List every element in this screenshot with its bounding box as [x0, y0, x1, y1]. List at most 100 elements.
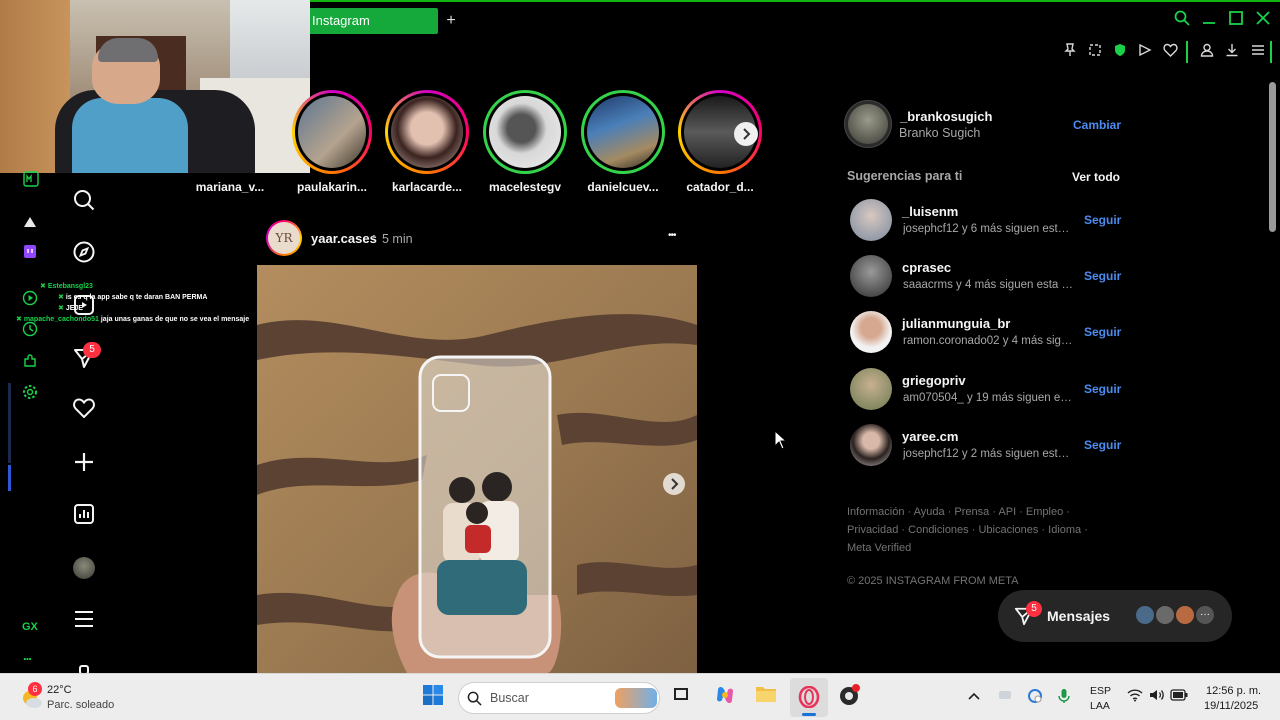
scrollbar-thumb[interactable] — [1269, 82, 1276, 232]
shield-icon[interactable] — [1110, 42, 1130, 62]
stories-next-button[interactable] — [734, 122, 758, 146]
windows-start-icon[interactable] — [420, 684, 446, 710]
suggestion-username[interactable]: cprasec — [902, 260, 951, 275]
follow-button[interactable]: Seguir — [1084, 438, 1121, 452]
clock-time[interactable]: 12:56 p. m. — [1206, 685, 1261, 697]
battery-icon[interactable] — [1170, 688, 1188, 706]
follow-button[interactable]: Seguir — [1084, 213, 1121, 227]
webcam-person-shirt — [72, 98, 188, 173]
gx-menu-icon[interactable] — [21, 171, 41, 191]
gx-more-icon[interactable]: ... — [23, 648, 32, 663]
clock-date[interactable]: 19/11/2025 — [1204, 700, 1258, 712]
suggestion-avatar[interactable] — [850, 255, 892, 297]
arrow-icon[interactable] — [20, 214, 40, 234]
see-all-link[interactable]: Ver todo — [1072, 170, 1120, 184]
opera-gx-icon — [798, 686, 820, 708]
avatar — [1134, 604, 1156, 626]
suggestion-username[interactable]: griegopriv — [902, 373, 966, 388]
volume-icon[interactable] — [1148, 688, 1166, 706]
microphone-icon[interactable] — [1055, 688, 1073, 706]
chevron-right-icon — [671, 478, 679, 490]
follow-button[interactable]: Seguir — [1084, 382, 1121, 396]
notifications-icon[interactable] — [72, 398, 96, 422]
wifi-icon[interactable] — [1126, 688, 1144, 706]
footer-links-line[interactable]: Información · Ayuda · Prensa · API · Emp… — [847, 506, 1070, 518]
switch-account-link[interactable]: Cambiar — [1073, 118, 1121, 132]
avatar — [1174, 604, 1196, 626]
messages-badge: 5 — [83, 342, 101, 358]
post-username[interactable]: yaar.cases — [311, 231, 377, 246]
app-icon[interactable] — [836, 684, 862, 710]
send-icon[interactable] — [1135, 42, 1155, 62]
tab-instagram[interactable]: Instagram — [306, 8, 438, 34]
story-item[interactable]: mariana_v... — [188, 90, 272, 194]
minimize-icon[interactable] — [1198, 10, 1220, 32]
suggestion-username[interactable]: julianmunguia_br — [902, 316, 1010, 331]
gx-sidebar: GX ... — [0, 171, 52, 673]
close-icon[interactable] — [1252, 10, 1274, 32]
maximize-icon[interactable] — [1225, 10, 1247, 32]
pin-icon[interactable] — [1060, 42, 1080, 62]
post-image[interactable] — [257, 265, 697, 673]
suggestion-avatar[interactable] — [850, 368, 892, 410]
weather-temp[interactable]: 22°C — [47, 684, 72, 696]
opera-gx-taskbar-button[interactable] — [790, 678, 828, 717]
suggestion-username[interactable]: yaree.cm — [902, 429, 958, 444]
sidebar-scroll-thumb[interactable] — [8, 465, 11, 491]
twitch-icon[interactable] — [20, 244, 40, 264]
search-icon[interactable] — [1171, 10, 1193, 32]
suggestion-username[interactable]: _luisenm — [902, 204, 958, 219]
post-next-button[interactable] — [663, 473, 685, 495]
download-icon[interactable] — [1222, 42, 1242, 62]
account-avatar[interactable] — [844, 100, 892, 148]
file-explorer-icon[interactable] — [753, 684, 779, 710]
tab-title: Instagram — [312, 13, 370, 28]
settings-icon[interactable] — [20, 384, 40, 404]
task-view-icon[interactable] — [668, 684, 694, 710]
messages-pill[interactable]: 5 Mensajes ··· — [998, 590, 1232, 642]
heart-icon[interactable] — [1160, 42, 1180, 62]
story-item[interactable]: danielcuev... — [581, 90, 665, 194]
menu-icon[interactable] — [1248, 42, 1268, 62]
follow-button[interactable]: Seguir — [1084, 269, 1121, 283]
tray-app-icon[interactable] — [1026, 688, 1044, 706]
profile-icon[interactable] — [1197, 42, 1217, 62]
avatar — [1154, 604, 1176, 626]
post-avatar[interactable]: YR — [266, 220, 302, 256]
gx-label[interactable]: GX — [22, 621, 38, 633]
suggestion-avatar[interactable] — [850, 311, 892, 353]
copilot-icon[interactable] — [712, 684, 738, 710]
suggestion-item: julianmunguia_br ramon.coronado02 y 4 má… — [850, 311, 1130, 355]
profile-icon[interactable] — [72, 556, 96, 580]
explore-icon[interactable] — [72, 241, 96, 265]
create-icon[interactable] — [72, 451, 96, 475]
suggestion-avatar[interactable] — [850, 424, 892, 466]
story-item[interactable]: karlacarde... — [385, 90, 469, 194]
story-username: mariana_v... — [195, 180, 265, 194]
suggestion-subtitle: saaacrms y 4 más siguen esta cu... — [903, 279, 1075, 291]
page-scrollbar[interactable] — [1266, 70, 1280, 673]
dashboard-icon[interactable] — [72, 503, 96, 527]
extensions-icon[interactable] — [20, 353, 40, 373]
suggestion-avatar[interactable] — [850, 199, 892, 241]
search-icon[interactable] — [72, 189, 96, 213]
snapshot-icon[interactable] — [1085, 42, 1105, 62]
new-tab-button[interactable]: + — [442, 12, 460, 30]
language-layout[interactable]: LAA — [1090, 700, 1110, 712]
more-icon[interactable] — [72, 608, 96, 632]
footer-copyright: © 2025 INSTAGRAM FROM META — [847, 575, 1019, 587]
language-code[interactable]: ESP — [1090, 685, 1111, 697]
taskbar-search[interactable]: Buscar — [458, 682, 660, 714]
webcam-window — [230, 0, 310, 80]
footer-links-line[interactable]: Meta Verified — [847, 542, 911, 554]
story-item[interactable]: paulakarin... — [290, 90, 374, 194]
footer-links-line[interactable]: Privacidad · Condiciones · Ubicaciones ·… — [847, 524, 1088, 536]
story-item[interactable]: macelestegv — [483, 90, 567, 194]
chevron-up-icon[interactable] — [965, 688, 983, 706]
weather-desc[interactable]: Parc. soleado — [47, 699, 114, 711]
post-more-button[interactable]: ••• — [668, 230, 676, 241]
follow-button[interactable]: Seguir — [1084, 325, 1121, 339]
post-header: YR yaar.cases • 5 min ••• — [266, 220, 696, 258]
account-username[interactable]: _brankosugich — [900, 109, 992, 124]
tray-app-icon[interactable] — [996, 688, 1014, 706]
